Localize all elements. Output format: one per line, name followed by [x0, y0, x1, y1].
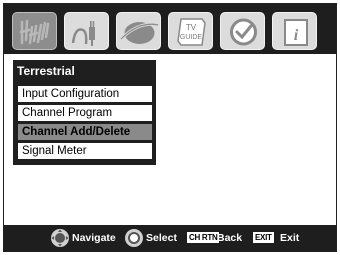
terrestrial-menu: Terrestrial Input Configuration Channel … [13, 60, 156, 165]
planet-icon[interactable] [116, 12, 161, 50]
tv-guide-icon[interactable]: TV GUIDE [168, 12, 213, 50]
select-label: Select [146, 232, 177, 244]
exit-label: Exit [280, 232, 300, 244]
menu-icon-bar: TV GUIDE i [4, 4, 336, 54]
ch-rtn-key-icon: CH RTN [187, 232, 220, 243]
menu-item-input-configuration[interactable]: Input Configuration [18, 86, 152, 102]
tv-menu-screen: TV GUIDE i Terrestrial Input Configurati… [3, 3, 337, 252]
tv-guide-text-bottom: GUIDE [180, 34, 203, 41]
menu-item-signal-meter[interactable]: Signal Meter [18, 143, 152, 159]
navigate-label: Navigate [72, 232, 116, 244]
plug-icon[interactable] [64, 12, 109, 50]
clock-check-icon[interactable] [220, 12, 265, 50]
menu-item-channel-add-delete[interactable]: Channel Add/Delete [18, 124, 152, 140]
back-label: Back [217, 232, 243, 244]
select-button-icon [125, 229, 143, 247]
menu-title: Terrestrial [17, 64, 75, 78]
navigate-pad-icon [51, 229, 69, 247]
antenna-icon[interactable] [12, 12, 57, 50]
menu-item-channel-program[interactable]: Channel Program [18, 105, 152, 121]
button-hint-bar: Navigate Select CH RTN Back EXIT Exit [4, 225, 336, 251]
exit-key-icon: EXIT [253, 232, 274, 243]
svg-text:i: i [294, 27, 299, 44]
tv-guide-text-top: TV [186, 23, 197, 32]
info-icon[interactable]: i [272, 12, 317, 50]
